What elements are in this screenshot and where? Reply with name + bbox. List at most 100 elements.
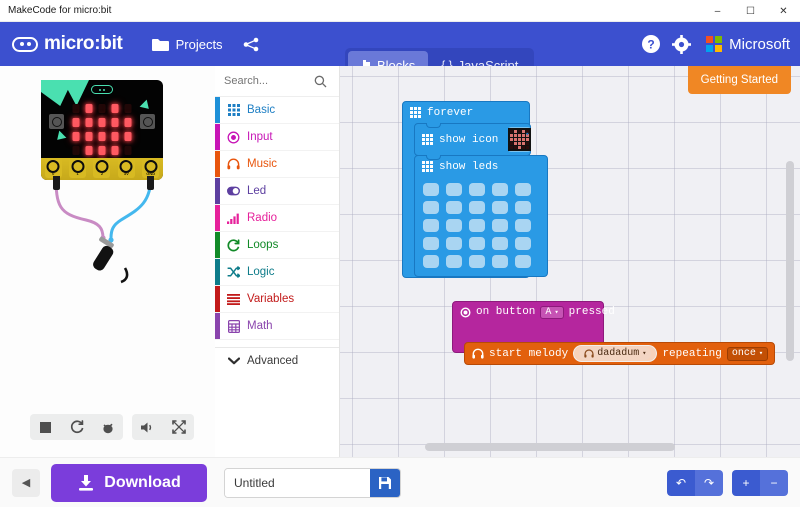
mute-button[interactable] xyxy=(132,414,163,440)
show-leds-cell-1-0[interactable] xyxy=(423,201,439,214)
maximize-button[interactable]: ☐ xyxy=(734,0,767,22)
edge-pin-2[interactable]: 2 xyxy=(93,158,111,178)
repeat-dropdown-field[interactable]: once ▾ xyxy=(726,346,769,361)
edge-pin-GND[interactable]: GND xyxy=(142,158,160,178)
simulator-led-3-4[interactable] xyxy=(124,146,132,155)
show-leds-cell-2-2[interactable] xyxy=(469,219,485,232)
show-leds-cell-0-3[interactable] xyxy=(492,183,508,196)
help-button[interactable]: ? xyxy=(638,31,664,57)
zoom-out-button[interactable]: − xyxy=(760,469,788,496)
fullscreen-button[interactable] xyxy=(163,414,194,440)
search-input[interactable] xyxy=(224,75,310,87)
show-leds-cell-3-2[interactable] xyxy=(469,237,485,250)
workspace-vertical-scrollbar[interactable] xyxy=(786,161,794,361)
show-leds-cell-4-4[interactable] xyxy=(515,255,531,268)
show-leds-cell-1-3[interactable] xyxy=(492,201,508,214)
show-leds-cell-0-0[interactable] xyxy=(423,183,439,196)
simulator-led-0-1[interactable] xyxy=(85,104,93,113)
edge-pin-0[interactable]: 0 xyxy=(44,158,62,178)
toolbox-category-led[interactable]: Led xyxy=(215,178,339,205)
block-on-button-pressed[interactable]: on button A ▾ pressed start melody dadad… xyxy=(452,301,776,365)
microsoft-logo[interactable]: Microsoft xyxy=(698,36,790,53)
show-leds-grid[interactable] xyxy=(415,177,547,276)
simulator-led-0-3[interactable] xyxy=(111,104,119,113)
toolbox-category-loops[interactable]: Loops xyxy=(215,232,339,259)
minimize-button[interactable]: – xyxy=(701,0,734,22)
toolbox-category-advanced[interactable]: Advanced xyxy=(215,347,339,374)
show-leds-cell-2-0[interactable] xyxy=(423,219,439,232)
show-leds-cell-4-2[interactable] xyxy=(469,255,485,268)
microbit-logo[interactable]: micro:bit xyxy=(0,33,123,55)
settings-button[interactable] xyxy=(668,31,694,57)
show-leds-cell-3-3[interactable] xyxy=(492,237,508,250)
simulator-led-0-2[interactable] xyxy=(98,104,106,113)
board-button-a[interactable] xyxy=(49,114,64,129)
simulator-led-0-4[interactable] xyxy=(124,104,132,113)
melody-reporter-field[interactable]: dadadum ▾ xyxy=(573,345,658,362)
toolbox-category-basic[interactable]: Basic xyxy=(215,97,339,124)
getting-started-button[interactable]: Getting Started xyxy=(687,66,791,94)
show-leds-cell-0-1[interactable] xyxy=(446,183,462,196)
toolbox-category-logic[interactable]: Logic xyxy=(215,259,339,286)
save-button[interactable] xyxy=(370,468,400,497)
toolbox-category-music[interactable]: Music xyxy=(215,151,339,178)
toolbox-search-row[interactable] xyxy=(215,66,339,97)
simulator-led-2-3[interactable] xyxy=(111,132,119,141)
workspace-horizontal-scrollbar[interactable] xyxy=(425,443,675,451)
edge-pin-1[interactable]: 1 xyxy=(69,158,87,178)
redo-button[interactable]: ↷ xyxy=(695,469,723,496)
restart-button[interactable] xyxy=(61,414,92,440)
show-leds-cell-3-1[interactable] xyxy=(446,237,462,250)
simulator-led-2-2[interactable] xyxy=(98,132,106,141)
simulator-led-1-1[interactable] xyxy=(85,118,93,127)
block-forever[interactable]: forever show icon ▾ show leds xyxy=(402,101,548,278)
board-button-b[interactable] xyxy=(140,114,155,129)
simulator-led-3-0[interactable] xyxy=(72,146,80,155)
simulator-led-2-0[interactable] xyxy=(72,132,80,141)
simulator-led-3-3[interactable] xyxy=(111,146,119,155)
toolbox-category-input[interactable]: Input xyxy=(215,124,339,151)
toolbox-category-radio[interactable]: Radio xyxy=(215,205,339,232)
close-button[interactable]: ✕ xyxy=(767,0,800,22)
simulator-led-2-4[interactable] xyxy=(124,132,132,141)
simulator-led-3-1[interactable] xyxy=(85,146,93,155)
simulator-led-1-0[interactable] xyxy=(72,118,80,127)
simulator-led-1-4[interactable] xyxy=(124,118,132,127)
stop-button[interactable] xyxy=(30,414,61,440)
button-dropdown-field[interactable]: A ▾ xyxy=(540,305,564,319)
undo-button[interactable]: ↶ xyxy=(667,469,695,496)
search-icon[interactable] xyxy=(314,75,327,88)
icon-dropdown-field[interactable]: ▾ xyxy=(508,127,532,152)
debug-button[interactable] xyxy=(92,414,123,440)
collapse-simulator-button[interactable]: ◀ xyxy=(12,468,40,497)
melody-value-chip[interactable]: dadadum ▾ xyxy=(579,347,652,360)
show-leds-cell-2-4[interactable] xyxy=(515,219,531,232)
block-start-melody[interactable]: start melody dadadum ▾ repeating once ▾ xyxy=(464,342,776,365)
show-leds-cell-0-4[interactable] xyxy=(515,183,531,196)
simulator-led-1-2[interactable] xyxy=(98,118,106,127)
toolbox-category-variables[interactable]: Variables xyxy=(215,286,339,313)
zoom-in-button[interactable]: + xyxy=(732,469,760,496)
simulator-led-0-0[interactable] xyxy=(72,104,80,113)
show-leds-cell-0-2[interactable] xyxy=(469,183,485,196)
show-leds-cell-3-4[interactable] xyxy=(515,237,531,250)
download-button[interactable]: Download xyxy=(51,463,207,502)
show-leds-cell-4-0[interactable] xyxy=(423,255,439,268)
project-name-input[interactable] xyxy=(225,468,370,497)
edge-pin-3V[interactable]: 3V xyxy=(117,158,135,178)
simulator-led-2-1[interactable] xyxy=(85,132,93,141)
show-leds-cell-4-1[interactable] xyxy=(446,255,462,268)
blocks-workspace[interactable]: Getting Started forever show icon ▾ show… xyxy=(340,66,800,457)
show-leds-cell-2-3[interactable] xyxy=(492,219,508,232)
block-show-leds[interactable]: show leds xyxy=(414,155,548,277)
show-leds-cell-1-1[interactable] xyxy=(446,201,462,214)
simulator-led-1-3[interactable] xyxy=(111,118,119,127)
toolbox-category-math[interactable]: Math xyxy=(215,313,339,340)
show-leds-cell-3-0[interactable] xyxy=(423,237,439,250)
projects-button[interactable]: Projects xyxy=(141,22,233,66)
show-leds-cell-1-2[interactable] xyxy=(469,201,485,214)
block-show-icon[interactable]: show icon ▾ xyxy=(414,123,532,156)
show-leds-cell-1-4[interactable] xyxy=(515,201,531,214)
show-leds-cell-2-1[interactable] xyxy=(446,219,462,232)
simulator-led-3-2[interactable] xyxy=(98,146,106,155)
